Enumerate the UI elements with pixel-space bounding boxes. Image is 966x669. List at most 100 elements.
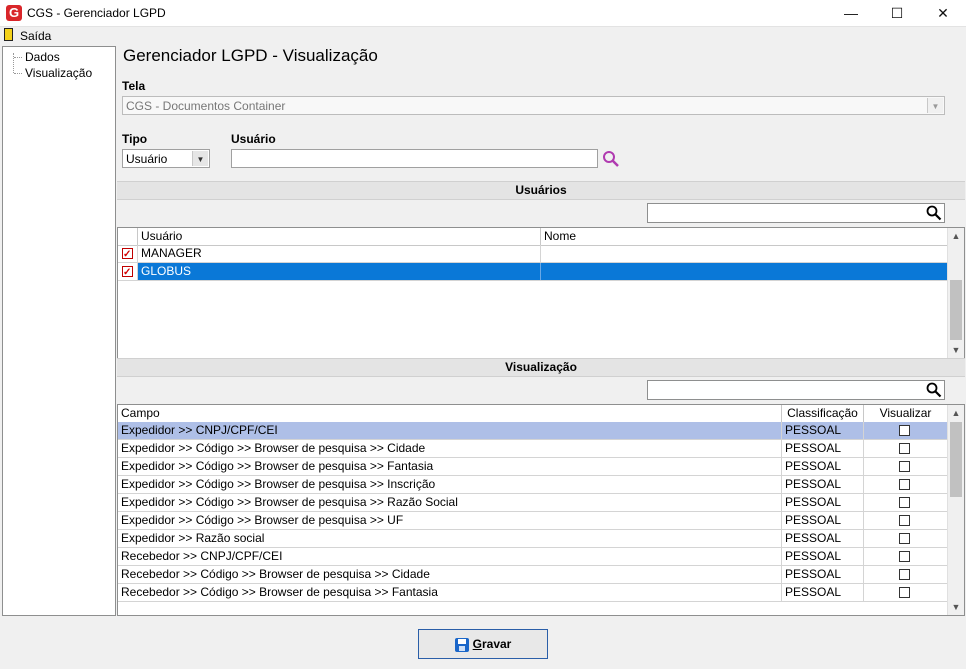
- cell-nome: [541, 245, 947, 262]
- visualizar-checkbox[interactable]: [899, 497, 910, 508]
- tela-value: CGS - Documentos Container: [126, 99, 286, 113]
- app-logo-icon: G: [6, 5, 22, 21]
- scroll-up-icon[interactable]: ▲: [948, 405, 964, 421]
- visualizacao-search-input[interactable]: [647, 380, 945, 400]
- table-row[interactable]: Expedidor >> CNPJ/CPF/CEI PESSOAL: [118, 422, 947, 440]
- header-check-column: [118, 228, 138, 245]
- cell-classificacao: PESSOAL: [782, 440, 864, 457]
- cell-campo: Expedidor >> Código >> Browser de pesqui…: [118, 512, 782, 529]
- save-button[interactable]: Gravar: [418, 629, 548, 659]
- menu-bar: [0, 27, 966, 44]
- menu-exit[interactable]: Saída: [20, 29, 51, 43]
- cell-classificacao: PESSOAL: [782, 530, 864, 547]
- chevron-down-icon: ▼: [927, 98, 943, 113]
- scroll-up-icon[interactable]: ▲: [948, 228, 964, 244]
- cell-visualizar: [864, 422, 947, 439]
- cell-classificacao: PESSOAL: [782, 422, 864, 439]
- save-label-rest: ravar: [481, 637, 512, 651]
- table-row[interactable]: Expedidor >> Código >> Browser de pesqui…: [118, 512, 947, 530]
- cell-visualizar: [864, 584, 947, 601]
- tipo-select[interactable]: Usuário ▼: [122, 149, 210, 168]
- tipo-value: Usuário: [126, 152, 168, 166]
- table-row[interactable]: GLOBUS: [118, 263, 947, 281]
- cell-classificacao: PESSOAL: [782, 584, 864, 601]
- cell-classificacao: PESSOAL: [782, 566, 864, 583]
- cell-campo: Recebedor >> CNPJ/CPF/CEI: [118, 548, 782, 565]
- visualizar-checkbox[interactable]: [899, 443, 910, 454]
- table-row[interactable]: Expedidor >> Código >> Browser de pesqui…: [118, 476, 947, 494]
- cell-campo: Expedidor >> Código >> Browser de pesqui…: [118, 440, 782, 457]
- table-row[interactable]: Expedidor >> Código >> Browser de pesqui…: [118, 458, 947, 476]
- column-header-campo[interactable]: Campo: [118, 405, 782, 422]
- minimize-button[interactable]: —: [828, 0, 874, 26]
- usuario-label: Usuário: [231, 132, 276, 146]
- cell-classificacao: PESSOAL: [782, 476, 864, 493]
- visualizar-checkbox[interactable]: [899, 425, 910, 436]
- page-title: Gerenciador LGPD - Visualização: [123, 46, 378, 65]
- table-row[interactable]: Recebedor >> CNPJ/CPF/CEI PESSOAL: [118, 548, 947, 566]
- usuarios-search-input[interactable]: [647, 203, 945, 223]
- usuario-input[interactable]: [231, 149, 598, 168]
- scroll-down-icon[interactable]: ▼: [948, 599, 964, 615]
- floppy-disk-icon: [454, 637, 469, 652]
- visualizacao-scrollbar[interactable]: ▲ ▼: [947, 405, 964, 615]
- column-header-classificacao[interactable]: Classificação: [782, 405, 864, 422]
- cell-visualizar: [864, 548, 947, 565]
- visualizar-checkbox[interactable]: [899, 551, 910, 562]
- row-check-cell: [118, 245, 138, 262]
- scroll-thumb[interactable]: [950, 422, 962, 497]
- visualizar-checkbox[interactable]: [899, 569, 910, 580]
- row-checkbox[interactable]: [122, 246, 133, 262]
- column-header-usuario[interactable]: Usuário: [138, 228, 541, 245]
- cell-campo: Recebedor >> Código >> Browser de pesqui…: [118, 566, 782, 583]
- table-row[interactable]: Recebedor >> Código >> Browser de pesqui…: [118, 566, 947, 584]
- save-mnemonic: G: [472, 637, 482, 651]
- visualizar-checkbox[interactable]: [899, 533, 910, 544]
- cell-campo: Expedidor >> Razão social: [118, 530, 782, 547]
- cell-visualizar: [864, 530, 947, 547]
- tree-item-dados[interactable]: Dados: [25, 50, 60, 64]
- cell-campo: Expedidor >> CNPJ/CPF/CEI: [118, 422, 782, 439]
- cell-campo: Recebedor >> Código >> Browser de pesqui…: [118, 584, 782, 601]
- cell-visualizar: [864, 458, 947, 475]
- table-row[interactable]: Expedidor >> Código >> Browser de pesqui…: [118, 440, 947, 458]
- cell-usuario: MANAGER: [138, 245, 541, 262]
- tela-select[interactable]: CGS - Documentos Container ▼: [122, 96, 945, 115]
- table-row[interactable]: Expedidor >> Razão social PESSOAL: [118, 530, 947, 548]
- cell-classificacao: PESSOAL: [782, 512, 864, 529]
- tree-item-visualizacao[interactable]: Visualização: [25, 66, 92, 80]
- window-title: CGS - Gerenciador LGPD: [27, 6, 166, 20]
- visualizar-checkbox[interactable]: [899, 515, 910, 526]
- cell-visualizar: [864, 476, 947, 493]
- column-header-visualizar[interactable]: Visualizar: [864, 405, 947, 422]
- exit-door-icon: [4, 28, 13, 41]
- scroll-down-icon[interactable]: ▼: [948, 342, 964, 358]
- table-row[interactable]: Recebedor >> Código >> Browser de pesqui…: [118, 584, 947, 602]
- cell-campo: Expedidor >> Código >> Browser de pesqui…: [118, 494, 782, 511]
- cell-campo: Expedidor >> Código >> Browser de pesqui…: [118, 458, 782, 475]
- search-icon[interactable]: [926, 205, 942, 221]
- close-button[interactable]: ✕: [920, 0, 966, 26]
- cell-classificacao: PESSOAL: [782, 494, 864, 511]
- usuarios-scrollbar[interactable]: ▲ ▼: [947, 228, 964, 358]
- table-row[interactable]: Expedidor >> Código >> Browser de pesqui…: [118, 494, 947, 512]
- row-checkbox[interactable]: [122, 264, 133, 280]
- table-row[interactable]: MANAGER: [118, 245, 947, 263]
- search-lookup-icon[interactable]: [602, 150, 620, 168]
- cell-visualizar: [864, 566, 947, 583]
- visualizar-checkbox[interactable]: [899, 587, 910, 598]
- cell-classificacao: PESSOAL: [782, 458, 864, 475]
- cell-classificacao: PESSOAL: [782, 548, 864, 565]
- column-header-nome[interactable]: Nome: [541, 228, 947, 245]
- scroll-thumb[interactable]: [950, 280, 962, 340]
- visualizar-checkbox[interactable]: [899, 461, 910, 472]
- visualizar-checkbox[interactable]: [899, 479, 910, 490]
- maximize-button[interactable]: ☐: [874, 0, 920, 26]
- search-icon[interactable]: [926, 382, 942, 398]
- cell-nome: [541, 263, 947, 280]
- chevron-down-icon: ▼: [192, 151, 208, 166]
- visualizacao-grid-header: Campo Classificação Visualizar: [118, 405, 947, 423]
- cell-visualizar: [864, 494, 947, 511]
- visualizacao-section-header: Visualização: [117, 358, 965, 377]
- row-check-cell: [118, 263, 138, 280]
